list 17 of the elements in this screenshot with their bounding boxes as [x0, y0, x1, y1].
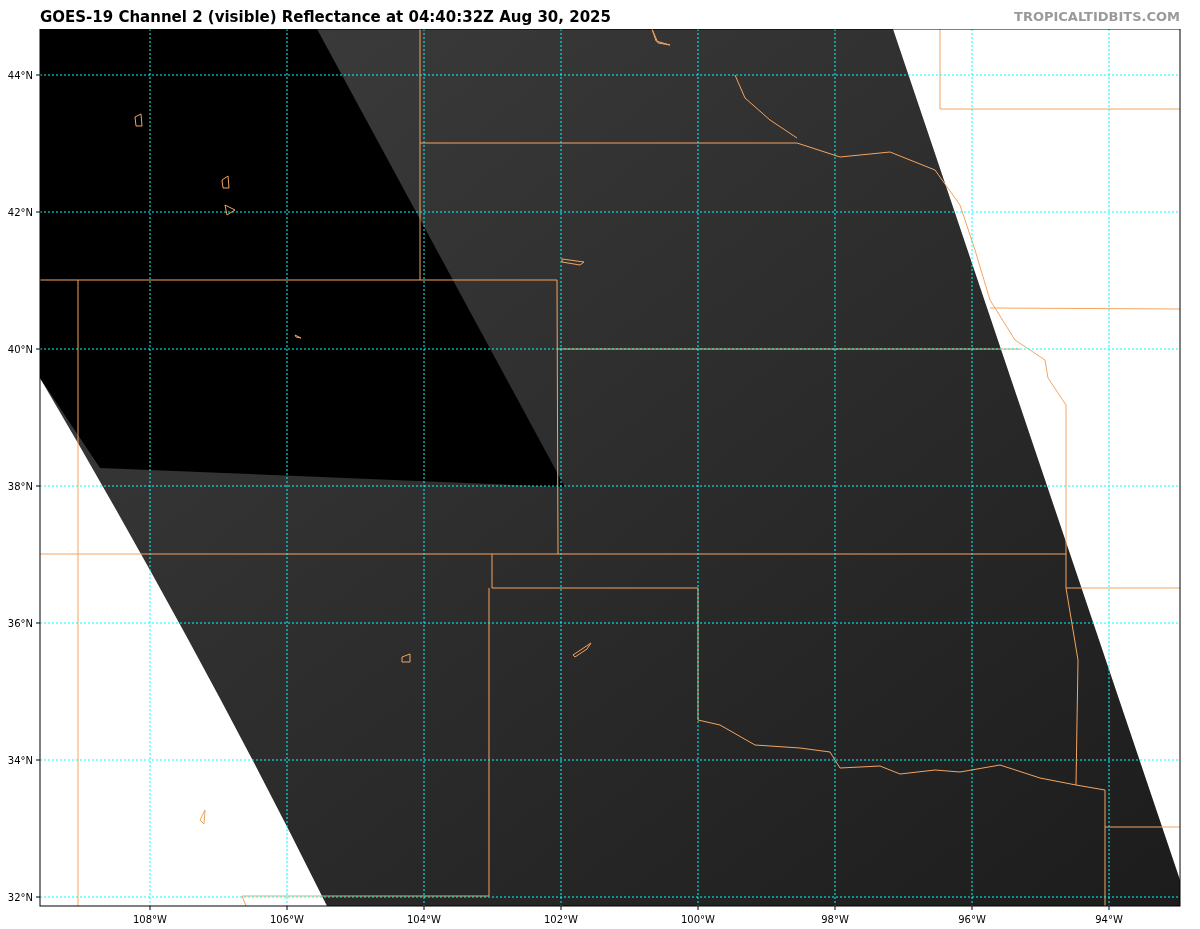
longitude-label: 106°W: [270, 914, 304, 925]
longitude-label: 98°W: [821, 914, 849, 925]
chart-title: GOES-19 Channel 2 (visible) Reflectance at 04:40:32Z Aug 30, 2025: [40, 10, 611, 25]
latitude-label: 38°N: [7, 481, 33, 492]
longitude-label: 96°W: [958, 914, 986, 925]
latitude-label: 44°N: [7, 70, 33, 81]
latitude-label: 42°N: [7, 207, 33, 218]
latitude-label: 36°N: [7, 618, 33, 629]
longitude-label: 108°W: [133, 914, 167, 925]
longitude-label: 102°W: [544, 914, 578, 925]
latitude-label: 34°N: [7, 755, 33, 766]
latitude-label: 40°N: [7, 344, 33, 355]
longitude-label: 94°W: [1095, 914, 1123, 925]
longitude-label: 100°W: [681, 914, 715, 925]
site-credit: TROPICALTIDBITS.COM: [1014, 10, 1180, 23]
latitude-label: 32°N: [7, 892, 33, 903]
longitude-label: 104°W: [407, 914, 441, 925]
